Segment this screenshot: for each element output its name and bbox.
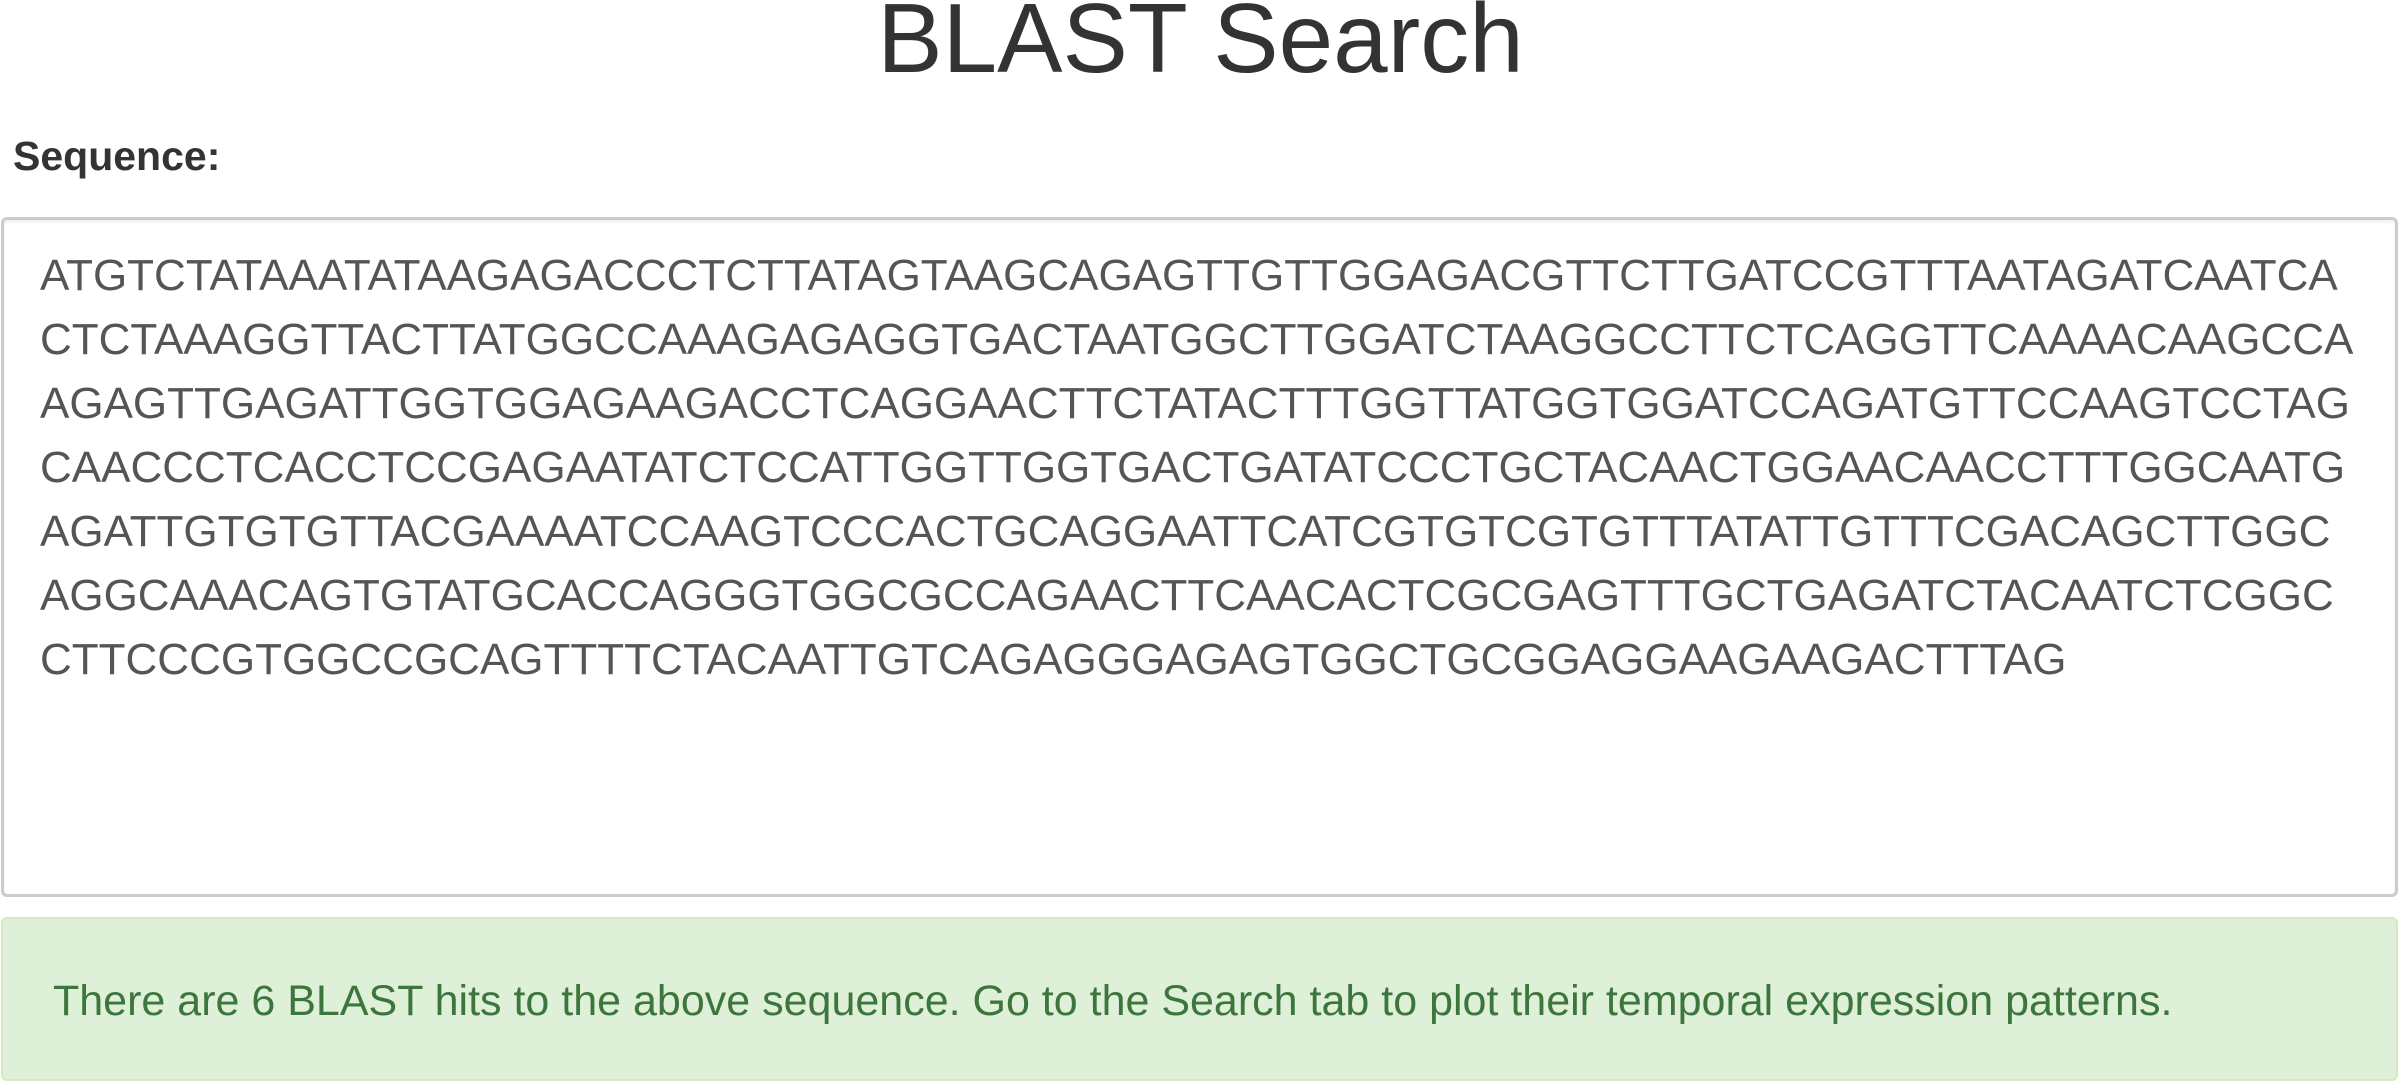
alert-message: There are 6 BLAST hits to the above sequ…	[53, 977, 2173, 1025]
blast-search-page: BLAST Search Sequence: ATGTCTATAAATATAAG…	[0, 0, 2401, 1083]
sequence-label: Sequence:	[13, 133, 221, 179]
page-title: BLAST Search	[877, 0, 1524, 93]
sequence-input[interactable]: ATGTCTATAAATATAAGAGACCCTCTTATAGTAAGCAGAG…	[1, 217, 2398, 897]
blast-hits-alert: There are 6 BLAST hits to the above sequ…	[1, 917, 2398, 1081]
